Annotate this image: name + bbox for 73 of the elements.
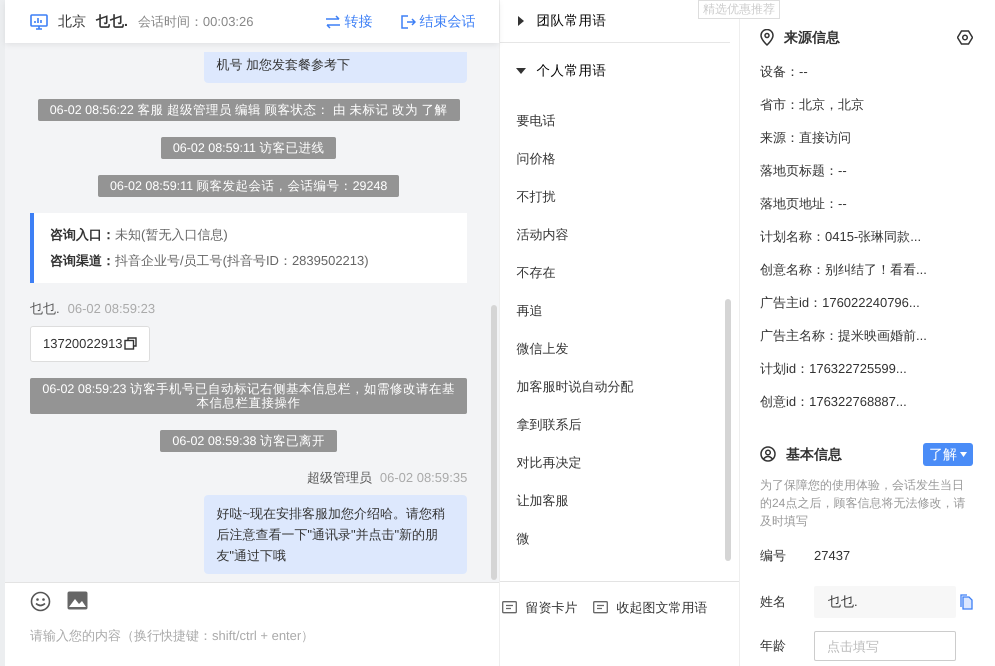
phrase-item[interactable]: 加客服时说自动分配 <box>500 368 650 406</box>
message-icon <box>502 601 518 614</box>
phrase-item[interactable]: 不存在 <box>500 254 572 292</box>
field-value: 27437 <box>814 547 850 566</box>
message-bubble: 机号 加您发套餐参考下 <box>204 52 468 82</box>
info-value: 未知(暂无入口信息) <box>115 226 228 242</box>
caret-down-icon <box>516 66 526 76</box>
phrase-item[interactable]: 拿到联系后 <box>500 406 598 444</box>
sender-name: 乜乜. <box>30 300 60 318</box>
source-field: 广告主id：176022240796... <box>760 286 973 319</box>
message-input[interactable]: 请输入您的内容（换行快捷键：shift/ctrl + enter） <box>30 626 430 646</box>
scrollbar[interactable] <box>491 305 498 580</box>
phrase-item[interactable]: 不打扰 <box>500 178 572 216</box>
phrase-group[interactable]: 个人常用语 <box>500 53 739 89</box>
info-value: 抖音企业号/员工号(抖音号ID：2839502213) <box>115 252 369 268</box>
caret-right-icon <box>516 16 526 26</box>
source-field: 计划名称：0415-张琳同款... <box>760 220 973 253</box>
section-title: 来源信息 <box>784 28 840 46</box>
age-input[interactable]: 点击填写 <box>814 631 956 661</box>
message-bubble: 好哒~现在安排客服加您介绍哈。请您稍后注意查看一下"通讯录"并点击"新的朋友"通过下哦 <box>204 495 468 574</box>
user-icon <box>760 446 776 462</box>
settings-icon[interactable] <box>957 30 973 44</box>
system-message: 06-02 08:59:11 访客已进线 <box>160 136 336 158</box>
message-icon <box>593 601 608 614</box>
source-field: 来源：直接访问 <box>760 121 973 154</box>
info-label: 咨询渠道： <box>50 252 115 268</box>
caret-down-icon <box>960 452 967 456</box>
phrase-item[interactable]: 要电话 <box>500 102 572 140</box>
image-icon[interactable] <box>67 591 88 610</box>
field-label: 年龄 <box>760 637 787 656</box>
notice-text: 为了保障您的使用体验，会话发生当日的24点之后，顾客信息将无法修改，请及时填写 <box>760 477 966 530</box>
sender-name: 超级管理员 <box>306 468 372 486</box>
city-label: 北京 <box>58 12 86 31</box>
system-message: 06-02 08:56:22 客服 超级管理员 编辑 顾客状态： 由 未标记 改为 了解 <box>38 98 460 120</box>
info-label: 咨询入口： <box>50 226 115 242</box>
transfer-button[interactable]: 转接 <box>325 11 372 32</box>
phrase-item[interactable]: 活动内容 <box>500 216 584 254</box>
name-field[interactable]: 乜乜. <box>814 586 956 618</box>
source-field: 落地页地址：-- <box>760 187 973 220</box>
copy-icon[interactable] <box>124 337 137 350</box>
source-field: 创意id：176322768887... <box>760 385 973 418</box>
source-field: 广告主名称：提米映画婚前... <box>760 319 973 352</box>
section-title: 基本信息 <box>786 444 842 464</box>
message-time: 06-02 08:59:23 <box>68 300 156 318</box>
exit-icon <box>400 14 416 30</box>
emoji-icon[interactable] <box>30 591 51 612</box>
phrase-item[interactable]: 问价格 <box>500 140 572 178</box>
field-label: 姓名 <box>760 593 787 612</box>
scrollbar[interactable] <box>725 299 731 561</box>
source-field: 省市：北京，北京 <box>760 88 973 121</box>
message-time: 06-02 08:59:35 <box>380 468 468 486</box>
phrase-footer-button[interactable]: 留资卡片 <box>502 598 578 618</box>
phrase-item[interactable]: 让加客服 <box>500 482 584 520</box>
phone-number: 13720022913 <box>43 335 123 353</box>
monitor-icon <box>30 14 48 30</box>
session-time: 会话时间：00:03:26 <box>138 12 254 31</box>
phrase-item[interactable]: 对比再决定 <box>500 444 598 482</box>
system-message: 06-02 08:59:23 访客手机号已自动标记右侧基本信息栏，如需修改请在基本信息栏直接操作 <box>30 378 468 414</box>
phrase-item[interactable]: 再追 <box>500 292 558 330</box>
phrase-item[interactable]: 微信上发 <box>500 330 584 368</box>
phrase-item[interactable]: 微 <box>500 520 546 558</box>
location-pin-icon <box>760 28 774 46</box>
field-label: 编号 <box>760 547 787 566</box>
system-message: 06-02 08:59:11 顾客发起会话，会话编号：29248 <box>98 174 400 196</box>
phrase-footer-button[interactable]: 收起图文常用语 <box>593 598 708 618</box>
transfer-icon <box>325 14 342 28</box>
visitor-name: 乜乜. <box>96 12 128 31</box>
source-field: 落地页标题：-- <box>760 154 973 187</box>
system-message: 06-02 08:59:38 访客已离开 <box>160 430 337 452</box>
end-session-button[interactable]: 结束会话 <box>400 11 476 32</box>
source-field: 计划id：176322725599... <box>760 352 973 385</box>
source-field: 创意名称：别纠结了！看看... <box>760 253 973 286</box>
source-field: 设备：-- <box>760 55 973 88</box>
